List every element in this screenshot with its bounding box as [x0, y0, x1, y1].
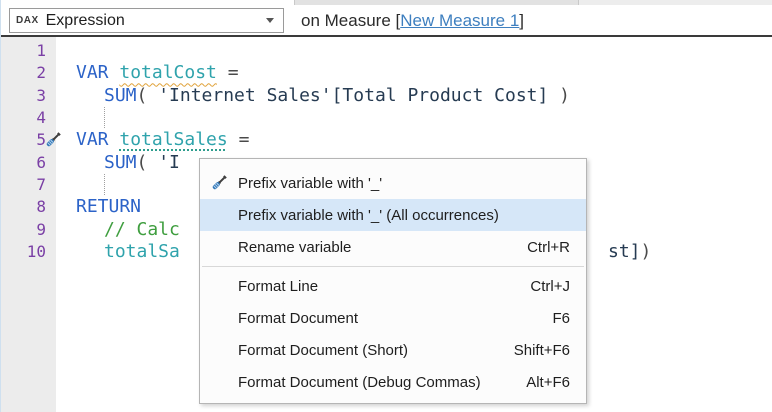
menu-item[interactable]: Prefix variable with '_': [200, 167, 586, 199]
gutter-row: 5: [1, 129, 56, 151]
gutter-row: 2: [1, 62, 56, 84]
menu-item-shortcut: Shift+F6: [514, 342, 570, 359]
gutter-row: 9: [1, 219, 56, 241]
measure-suffix: ]: [519, 11, 524, 31]
code-token: (: [137, 85, 159, 106]
line-number: 8: [1, 196, 46, 218]
code-token: 'I: [158, 152, 180, 173]
menu-item-shortcut: Ctrl+R: [527, 239, 570, 256]
screwdriver-icon: [209, 173, 229, 193]
menu-item[interactable]: Format Line Ctrl+J: [200, 270, 586, 302]
indent-guide: [104, 174, 106, 195]
expression-dropdown-value: Expression: [46, 12, 266, 30]
measure-name-link[interactable]: New Measure 1: [400, 11, 519, 31]
code-line[interactable]: VAR totalSales =: [76, 129, 772, 151]
gutter-row: 4: [1, 107, 56, 129]
code-token: SUM: [104, 85, 137, 106]
code-token: =: [228, 129, 250, 150]
code-token: RETURN: [76, 196, 141, 217]
code-fragment-right-of-menu: st]): [608, 241, 651, 263]
line-number: 5: [1, 129, 46, 151]
menu-item-label: Rename variable: [238, 239, 503, 256]
dax-editor-pane: DAX Expression on Measure [New Measure 1…: [0, 0, 772, 412]
line-number: 3: [1, 85, 46, 107]
menu-item-shortcut: F6: [552, 310, 570, 327]
code-token: totalCost: [119, 62, 217, 83]
menu-item[interactable]: Format Document (Debug Commas) Alt+F6: [200, 366, 586, 398]
refactor-context-menu: Prefix variable with '_' Prefix variable …: [199, 158, 587, 404]
code-token: SUM: [104, 152, 137, 173]
menu-item[interactable]: Rename variable Ctrl+R: [200, 231, 586, 263]
menu-item-label: Format Document (Short): [238, 342, 490, 359]
menu-item[interactable]: Format Document F6: [200, 302, 586, 334]
code-token: 'Internet Sales'[Total Product Cost]: [158, 85, 548, 106]
measure-prefix: on Measure [: [301, 11, 400, 31]
menu-item-label: Format Document (Debug Commas): [238, 374, 502, 391]
code-token: st]: [608, 241, 641, 262]
gutter-row: 8: [1, 196, 56, 218]
code-line[interactable]: [76, 107, 772, 129]
code-token: totalSa: [104, 241, 180, 262]
indent-guide: [104, 107, 106, 128]
menu-item-shortcut: Ctrl+J: [530, 278, 570, 295]
line-number: 7: [1, 174, 46, 196]
line-number: 10: [1, 241, 46, 263]
menu-item-label: Format Document: [238, 310, 528, 327]
line-number-gutter: 12345678910: [1, 37, 56, 412]
menu-separator: [202, 266, 584, 267]
expression-toolbar: DAX Expression on Measure [New Measure 1…: [1, 5, 772, 35]
line-number: 9: [1, 219, 46, 241]
code-token: (: [137, 152, 159, 173]
code-token: VAR: [76, 62, 119, 83]
code-token: =: [217, 62, 239, 83]
menu-item-shortcut: Alt+F6: [526, 374, 570, 391]
measure-context-label: on Measure [New Measure 1]: [301, 8, 524, 33]
chevron-down-icon[interactable]: [266, 18, 274, 23]
code-line[interactable]: VAR totalCost =: [76, 62, 772, 84]
gutter-row: 6: [1, 152, 56, 174]
menu-item[interactable]: Prefix variable with '_' (All occurrence…: [200, 199, 586, 231]
code-token: totalSales: [119, 129, 227, 150]
gutter-row: 10: [1, 241, 56, 263]
code-token: // Calc: [104, 219, 180, 240]
code-line[interactable]: SUM( 'Internet Sales'[Total Product Cost…: [76, 85, 772, 107]
dax-badge: DAX: [16, 15, 39, 26]
gutter-row: 1: [1, 40, 56, 62]
line-number: 6: [1, 152, 46, 174]
line-number: 1: [1, 40, 46, 62]
menu-item-label: Prefix variable with '_' (All occurrence…: [238, 207, 570, 224]
code-token: ): [641, 241, 652, 262]
screwdriver-quick-action-icon[interactable]: [43, 130, 63, 150]
code-token: VAR: [76, 129, 119, 150]
expression-type-dropdown[interactable]: DAX Expression: [9, 8, 284, 33]
gutter-row: 3: [1, 85, 56, 107]
menu-item-label: Format Line: [238, 278, 506, 295]
line-number: 2: [1, 62, 46, 84]
line-number: 4: [1, 107, 46, 129]
gutter-row: 7: [1, 174, 56, 196]
menu-item-label: Prefix variable with '_': [238, 175, 570, 192]
code-line[interactable]: [76, 40, 772, 62]
code-token: ): [548, 85, 570, 106]
menu-item[interactable]: Format Document (Short) Shift+F6: [200, 334, 586, 366]
